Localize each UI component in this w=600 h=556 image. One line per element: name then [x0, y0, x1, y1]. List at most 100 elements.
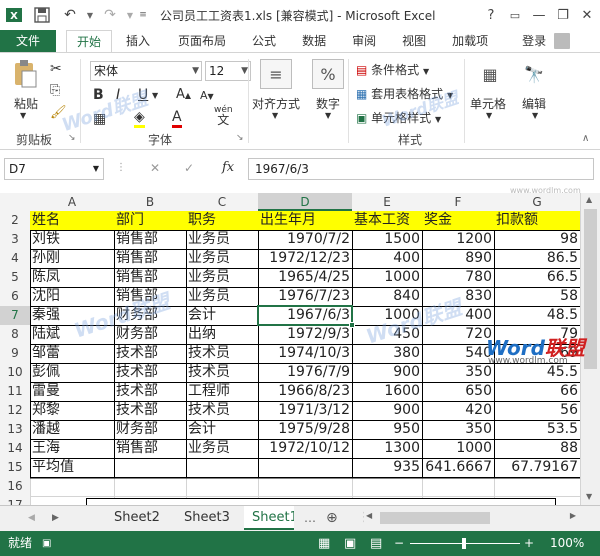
cell-g13[interactable]: 53.5	[494, 420, 580, 439]
cell-f10[interactable]: 350	[422, 363, 494, 382]
macro-record-icon[interactable]: ▣	[42, 531, 51, 556]
cell-d4[interactable]: 1972/12/23	[258, 249, 352, 268]
cell-g3[interactable]: 98	[494, 230, 580, 249]
underline-dropdown-icon[interactable]: ▼	[152, 91, 158, 100]
row-header-4[interactable]: 4	[0, 249, 30, 268]
cell-g2[interactable]: 扣款额	[494, 211, 580, 230]
cell-e5[interactable]: 1000	[352, 268, 422, 287]
excel-app-icon[interactable]: X	[0, 0, 28, 30]
hscroll-thumb[interactable]	[380, 512, 490, 524]
cell-e3[interactable]: 1500	[352, 230, 422, 249]
cell-c15[interactable]	[186, 458, 258, 477]
font-name-dropdown-icon[interactable]: ▼	[192, 62, 199, 80]
formula-bar-grip-icon[interactable]: ⋮	[116, 162, 126, 173]
cell-f3[interactable]: 1200	[422, 230, 494, 249]
customize-qat-icon[interactable]: ≡	[136, 0, 150, 30]
number-dropdown-icon[interactable]: ▼	[325, 111, 331, 120]
font-launcher-icon[interactable]: ↘	[236, 133, 244, 143]
cell-d11[interactable]: 1966/8/23	[258, 382, 352, 401]
normal-view-icon[interactable]: ▦	[318, 531, 330, 556]
tab-home[interactable]: 开始	[66, 30, 113, 52]
paste-button[interactable]: 粘贴	[14, 95, 38, 112]
number-button[interactable]: 数字	[316, 95, 340, 112]
restore-icon[interactable]: ❐	[552, 4, 574, 26]
cell-d9[interactable]: 1974/10/3	[258, 344, 352, 363]
column-header-e[interactable]: E	[352, 193, 422, 211]
cell-d2[interactable]: 出生年月	[258, 211, 352, 230]
name-box-dropdown-icon[interactable]: ▼	[93, 159, 99, 179]
cell-e10[interactable]: 900	[352, 363, 422, 382]
cell-a2[interactable]: 姓名	[30, 211, 114, 230]
copy-icon[interactable]: ⎘	[50, 83, 60, 98]
cell-f5[interactable]: 780	[422, 268, 494, 287]
cell-b3[interactable]: 销售部	[114, 230, 186, 249]
insert-function-icon[interactable]: fx	[222, 160, 234, 175]
cell-b11[interactable]: 技术部	[114, 382, 186, 401]
cell-a13[interactable]: 潘越	[30, 420, 114, 439]
enter-icon[interactable]: ✓	[184, 161, 194, 175]
cell-c2[interactable]: 职务	[186, 211, 258, 230]
column-header-a[interactable]: A	[30, 193, 114, 211]
paste-icon[interactable]	[12, 59, 38, 89]
row-header-16[interactable]: 16	[0, 477, 30, 496]
zoom-level[interactable]: 100%	[550, 531, 584, 556]
tab-addins[interactable]: 加载项	[452, 30, 488, 52]
cell-b15[interactable]	[114, 458, 186, 477]
cell-a11[interactable]: 雷曼	[30, 382, 114, 401]
cell-a16[interactable]	[30, 477, 114, 496]
cell-c4[interactable]: 业务员	[186, 249, 258, 268]
cell-c8[interactable]: 出纳	[186, 325, 258, 344]
cell-d6[interactable]: 1976/7/23	[258, 287, 352, 306]
tab-insert[interactable]: 插入	[126, 30, 150, 52]
cell-g17[interactable]	[494, 496, 580, 505]
save-icon[interactable]	[28, 0, 56, 30]
cell-a17[interactable]	[30, 496, 114, 505]
cell-e15[interactable]: 935	[352, 458, 422, 477]
cell-f12[interactable]: 420	[422, 401, 494, 420]
cell-c14[interactable]: 业务员	[186, 439, 258, 458]
cell-e16[interactable]	[352, 477, 422, 496]
row-header-7[interactable]: 7	[0, 306, 30, 325]
cell-d13[interactable]: 1975/9/28	[258, 420, 352, 439]
zoom-in-icon[interactable]: +	[524, 531, 534, 556]
hscroll-right-icon[interactable]: ▶	[570, 511, 576, 520]
cell-g12[interactable]: 56	[494, 401, 580, 420]
cell-a6[interactable]: 沈阳	[30, 287, 114, 306]
row-header-6[interactable]: 6	[0, 287, 30, 306]
sheet-tab-sheet2[interactable]: Sheet2	[106, 506, 168, 530]
cell-g15[interactable]: 67.79167	[494, 458, 580, 477]
cell-a4[interactable]: 孙刚	[30, 249, 114, 268]
cell-b16[interactable]	[114, 477, 186, 496]
page-layout-view-icon[interactable]: ▣	[344, 531, 356, 556]
font-size-dropdown-icon[interactable]: ▼	[241, 62, 248, 80]
cells-icon[interactable]: ▦	[474, 59, 506, 89]
row-header-14[interactable]: 14	[0, 439, 30, 458]
cell-a14[interactable]: 王海	[30, 439, 114, 458]
scroll-thumb[interactable]	[584, 209, 597, 369]
cell-e17[interactable]	[352, 496, 422, 505]
sheet-scroll-left-icon[interactable]: ◀	[20, 506, 43, 530]
hscroll-left-icon[interactable]: ◀	[366, 511, 372, 520]
cell-c7[interactable]: 会计	[186, 306, 258, 325]
cell-c13[interactable]: 会计	[186, 420, 258, 439]
cell-e6[interactable]: 840	[352, 287, 422, 306]
undo-icon[interactable]: ↶	[56, 0, 84, 30]
login-link[interactable]: 登录	[522, 30, 546, 52]
cell-f13[interactable]: 350	[422, 420, 494, 439]
scroll-down-icon[interactable]: ▼	[586, 492, 592, 501]
tab-page-layout[interactable]: 页面布局	[178, 30, 226, 52]
row-header-11[interactable]: 11	[0, 382, 30, 401]
row-header-13[interactable]: 13	[0, 420, 30, 439]
cell-d3[interactable]: 1970/7/2	[258, 230, 352, 249]
conditional-format-button[interactable]: ▤ 条件格式 ▼	[356, 61, 429, 78]
zoom-slider-thumb[interactable]	[462, 538, 466, 549]
cell-d15[interactable]	[258, 458, 352, 477]
cell-d12[interactable]: 1971/3/12	[258, 401, 352, 420]
cell-f17[interactable]	[422, 496, 494, 505]
cell-e12[interactable]: 900	[352, 401, 422, 420]
redo-icon[interactable]: ↷	[96, 0, 124, 30]
cell-b2[interactable]: 部门	[114, 211, 186, 230]
cells-dropdown-icon[interactable]: ▼	[486, 111, 492, 120]
cell-a15[interactable]: 平均值	[30, 458, 114, 477]
cell-d8[interactable]: 1972/9/3	[258, 325, 352, 344]
